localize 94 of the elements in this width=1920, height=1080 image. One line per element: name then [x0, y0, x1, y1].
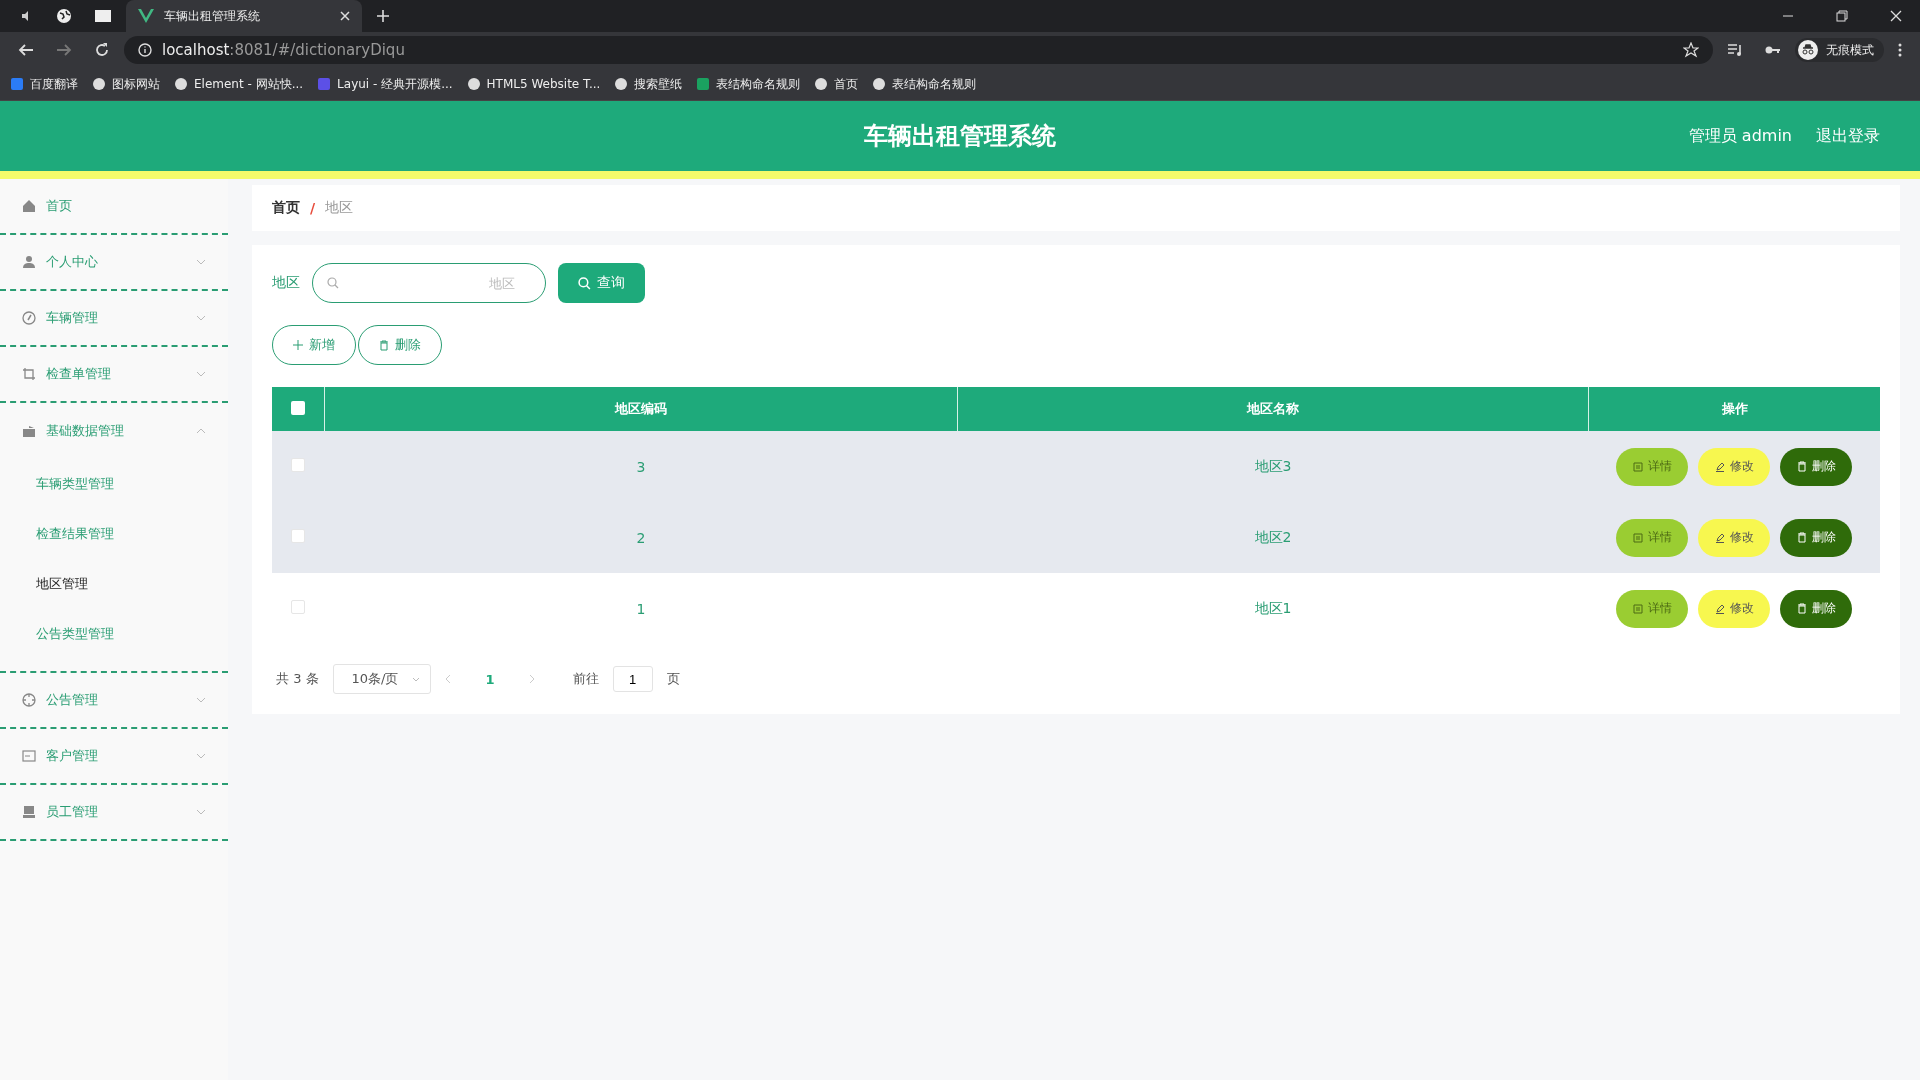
row-checkbox[interactable] — [291, 529, 306, 543]
address-field[interactable]: localhost:8081/#/dictionaryDiqu — [124, 36, 1713, 64]
sidebar-subitem[interactable]: 检查结果管理 — [0, 509, 228, 559]
breadcrumb-separator: / — [310, 200, 316, 216]
caret-icon — [196, 315, 206, 321]
bookmark[interactable]: 百度翻译 — [10, 75, 78, 93]
detail-button[interactable]: 详情 — [1616, 589, 1689, 628]
total-count: 共 3 条 — [276, 670, 319, 688]
breadcrumb-link[interactable]: 首页 — [272, 199, 300, 217]
caret-icon — [196, 809, 206, 815]
trash-icon — [1796, 603, 1807, 614]
select-all-checkbox[interactable] — [291, 400, 305, 415]
sidebar-item[interactable]: 个人中心 — [0, 235, 228, 291]
search-icon — [578, 276, 591, 290]
sidebar-item[interactable]: 车辆管理 — [0, 291, 228, 347]
document-icon — [1632, 461, 1643, 472]
edit-button[interactable]: 修改 — [1698, 447, 1771, 486]
trash-icon — [1796, 461, 1807, 472]
trash-icon — [1796, 532, 1807, 543]
bookmark[interactable]: 首页 — [814, 75, 859, 93]
menu-item-icon — [22, 424, 36, 438]
browser-tab[interactable]: 车辆出租管理系统 — [126, 0, 362, 32]
table-header-cell: 地区名称 — [957, 387, 1589, 431]
detail-button[interactable]: 详情 — [1616, 447, 1689, 486]
edit-button[interactable]: 修改 — [1698, 518, 1771, 557]
bookmark[interactable]: 搜索壁纸 — [614, 75, 683, 93]
edit-button[interactable]: 修改 — [1698, 589, 1771, 628]
delete-button[interactable]: 删除 — [1780, 447, 1853, 486]
bookmark[interactable]: 表结构命名规则 — [696, 75, 801, 93]
caret-icon — [196, 371, 206, 377]
incognito-icon — [1798, 40, 1818, 60]
document-icon — [1632, 532, 1643, 543]
page-size-select[interactable]: 10条/页 — [332, 664, 432, 694]
trash-icon — [379, 339, 389, 351]
caret-icon — [196, 697, 206, 703]
bookmark[interactable]: Layui - 经典开源模... — [317, 75, 453, 93]
detail-button[interactable]: 详情 — [1616, 518, 1689, 557]
delete-button[interactable]: 删除 — [1780, 518, 1853, 557]
menu-item-icon — [22, 805, 36, 819]
row-checkbox[interactable] — [291, 600, 306, 614]
add-button[interactable]: 新增 — [272, 325, 356, 365]
breadcrumb-current: 地区 — [325, 199, 354, 217]
menu-item-icon — [22, 693, 36, 707]
goto-label: 前往 — [572, 670, 599, 688]
star-icon[interactable] — [1683, 42, 1699, 58]
pencil-icon — [1714, 461, 1725, 472]
sidebar-item[interactable]: 检查单管理 — [0, 347, 228, 403]
v-logo-icon — [138, 9, 154, 23]
sidebar-subitem[interactable]: 公告类型管理 — [0, 609, 228, 659]
pencil-icon — [1714, 603, 1725, 614]
caret-icon — [196, 428, 206, 434]
table-header-cell: 地区编码 — [324, 387, 958, 431]
row-checkbox[interactable] — [291, 458, 306, 472]
sidebar-subitem[interactable]: 车辆类型管理 — [0, 459, 228, 509]
document-icon — [1632, 603, 1643, 614]
page-suffix: 页 — [666, 670, 680, 688]
menu-item-icon — [22, 311, 36, 325]
pencil-icon — [1714, 532, 1725, 543]
bookmark[interactable]: 图标网站 — [92, 75, 160, 93]
menu-item-icon — [22, 199, 36, 213]
bookmark[interactable]: 表结构命名规则 — [872, 75, 977, 93]
table-cell: 2 — [324, 502, 958, 573]
caret-icon — [196, 753, 206, 759]
app-title: 车辆出租管理系统 — [864, 121, 1056, 152]
delete-button[interactable]: 删除 — [1780, 589, 1853, 628]
bookmark[interactable]: Element - 网站快... — [174, 75, 304, 93]
caret-icon — [412, 676, 421, 682]
menu-item-icon — [22, 255, 36, 269]
delete-button[interactable]: 删除 — [358, 325, 442, 365]
plus-icon — [293, 340, 303, 350]
sidebar-subitem[interactable]: 地区管理 — [0, 559, 228, 609]
favicon-icon — [317, 77, 332, 91]
sidebar-item[interactable]: 公告管理 — [0, 673, 228, 729]
search-label: 地区 — [272, 274, 300, 292]
menu-item-icon — [22, 749, 36, 763]
menu-item-icon — [22, 367, 36, 381]
table-cell: 3 — [324, 431, 958, 502]
favicon-icon — [696, 77, 711, 91]
bookmark[interactable]: HTML5 Website T... — [466, 77, 601, 91]
profile-button[interactable]: 无痕模式 — [1795, 38, 1884, 62]
search-field[interactable]: 地区 — [312, 263, 546, 303]
sidebar-item[interactable]: 客户管理 — [0, 729, 228, 785]
table-cell: 地区3 — [957, 431, 1589, 502]
user-label: 管理员 admin — [1688, 125, 1792, 147]
caret-icon — [196, 259, 206, 265]
goto-page-field[interactable]: 1 — [612, 666, 653, 692]
table-cell: 地区2 — [957, 502, 1589, 573]
favicon-icon — [10, 77, 24, 91]
table-header-cell: 操作 — [1588, 387, 1880, 431]
info-icon — [138, 43, 152, 57]
close-icon[interactable] — [340, 11, 350, 21]
sidebar-item[interactable]: 基础数据管理 — [0, 403, 228, 459]
sidebar-item[interactable]: 员工管理 — [0, 785, 228, 841]
sidebar-item[interactable]: 首页 — [0, 179, 228, 235]
